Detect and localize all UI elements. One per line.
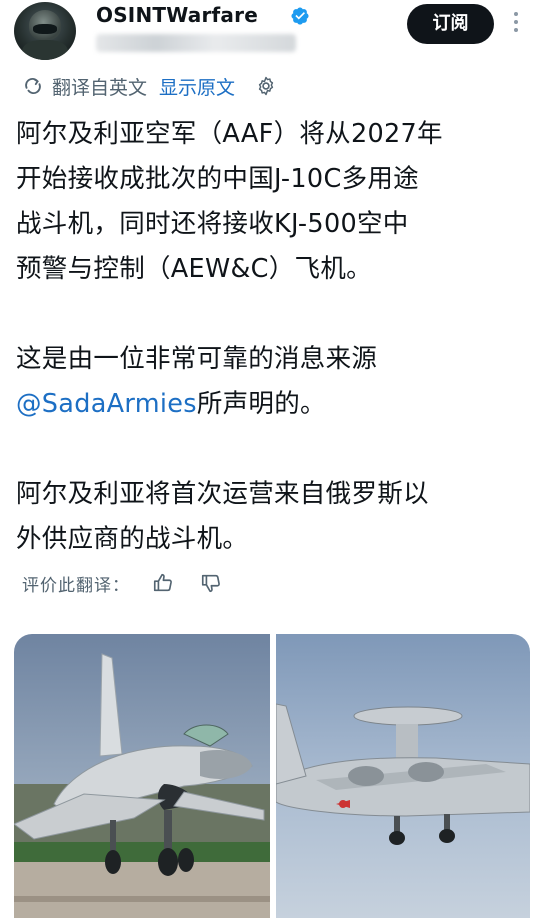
j10c-fighter-photo[interactable]	[14, 634, 270, 918]
show-original-link[interactable]: 显示原文	[159, 73, 235, 100]
thumb-up-icon[interactable]	[152, 572, 174, 594]
mention-link[interactable]: @SadaArmies	[16, 389, 197, 419]
author-handle-blurred	[96, 34, 296, 52]
tweet-line: 这是由一位非常可靠的消息来源	[16, 344, 378, 374]
tweet-line: 阿尔及利亚将首次运营来自俄罗斯以	[16, 479, 429, 509]
gear-icon[interactable]	[255, 75, 277, 97]
tweet-line: 外供应商的战斗机。	[16, 524, 249, 554]
tweet-text: 阿尔及利亚空军（AAF）将从2027年 开始接收成批次的中国J-10C多用途 战…	[16, 112, 528, 562]
translation-bar: 翻译自英文 显示原文	[22, 72, 277, 100]
kj500-aewc-aircraft-photo[interactable]	[276, 634, 530, 918]
aewc-aircraft-image	[276, 634, 530, 918]
fighter-jet-image	[14, 634, 270, 918]
tweet-line: 战斗机，同时还将接收KJ-500空中	[16, 209, 409, 239]
tweet-line: 预警与控制（AEW&C）飞机。	[16, 254, 372, 284]
subscribe-button[interactable]: 订阅	[407, 4, 494, 44]
avatar[interactable]	[14, 2, 76, 60]
translate-icon	[25, 77, 41, 95]
tweet-line-rest: 所声明的。	[196, 389, 326, 419]
author-display-name[interactable]: OSINTWarfare	[96, 3, 258, 27]
more-vertical-icon[interactable]	[512, 12, 520, 36]
thumb-down-icon[interactable]	[200, 572, 222, 594]
rate-translation-label: 评价此翻译：	[22, 575, 130, 596]
verified-badge-icon	[291, 7, 309, 25]
tweet-line: 开始接收成批次的中国J-10C多用途	[16, 164, 419, 194]
rate-translation-bar: 评价此翻译：	[22, 568, 222, 598]
tweet-line: @SadaArmies所声明的。	[16, 382, 528, 427]
translated-from-label: 翻译自英文	[52, 76, 148, 99]
tweet-line: 阿尔及利亚空军（AAF）将从2027年	[16, 119, 443, 149]
